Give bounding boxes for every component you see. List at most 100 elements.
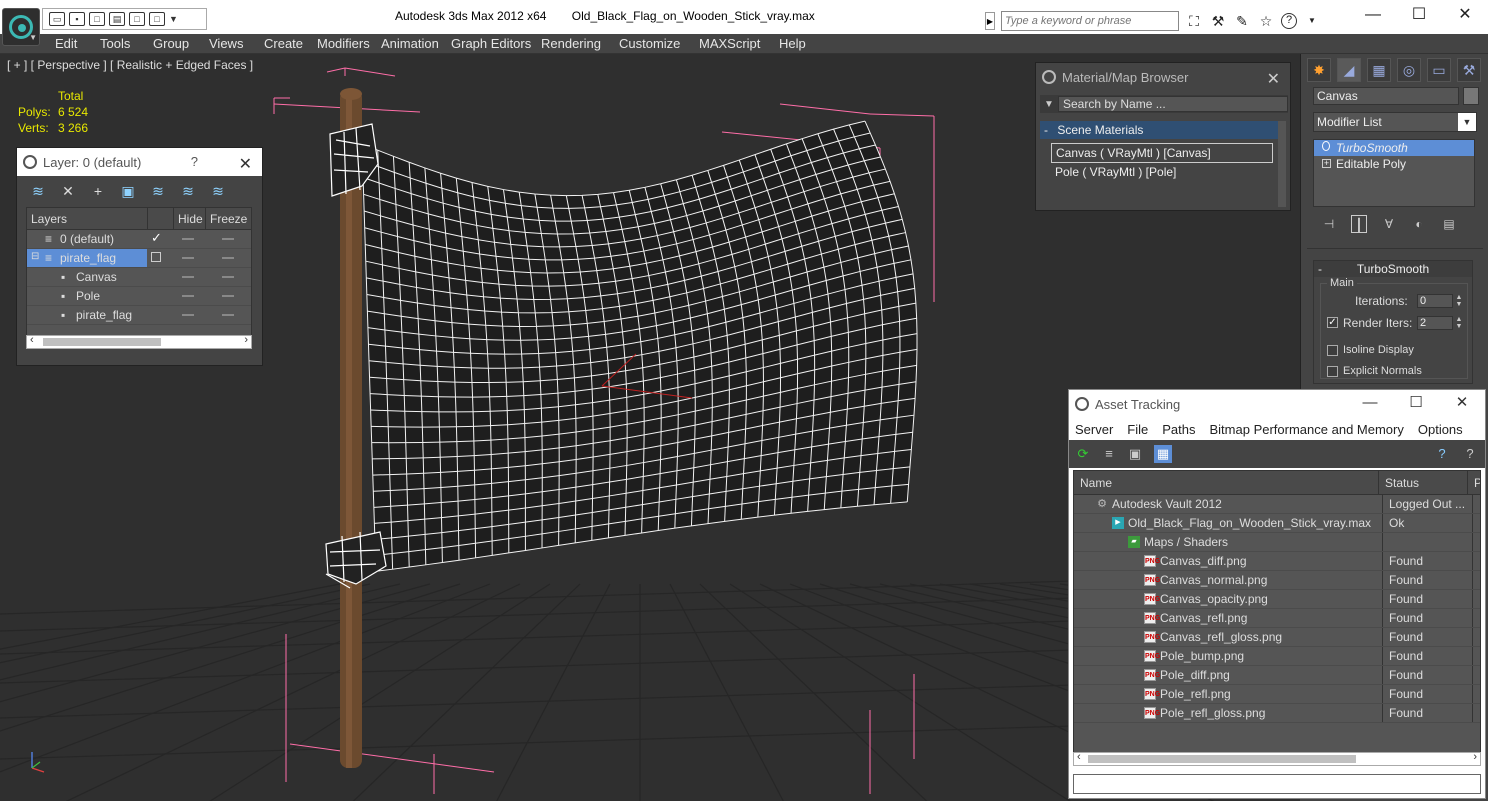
menu-paths[interactable]: Paths <box>1162 422 1195 437</box>
make-current-box[interactable] <box>151 252 161 262</box>
refresh-icon[interactable]: ⟳ <box>1074 445 1092 463</box>
scroll-thumb[interactable] <box>43 338 161 346</box>
show-end-result-icon[interactable]: ┃ <box>1351 215 1367 233</box>
rollout-header[interactable]: - TurboSmooth <box>1314 261 1472 277</box>
close-button[interactable]: ✕ <box>1439 390 1485 418</box>
menu-views[interactable]: Views <box>209 36 243 51</box>
list-view-icon[interactable]: ≡ <box>1100 445 1118 463</box>
freeze-toggle[interactable] <box>222 238 234 240</box>
hide-toggle[interactable] <box>182 257 194 259</box>
material-scrollbar[interactable] <box>1278 121 1286 207</box>
freeze-all-icon[interactable]: ≋ <box>209 182 227 200</box>
col-name[interactable]: Name <box>1074 471 1380 494</box>
asset-tracking-title-bar[interactable]: Asset Tracking — ☐ ✕ <box>1069 390 1485 418</box>
new-file-icon[interactable]: □ <box>89 12 105 26</box>
col-hide[interactable]: Hide <box>174 208 206 229</box>
asset-row[interactable]: PNG Canvas_refl.png Found <box>1074 609 1480 628</box>
app-menu-button[interactable]: ▼ <box>2 8 40 46</box>
asset-row[interactable]: PNG Pole_refl.png Found <box>1074 685 1480 704</box>
communication-icon[interactable]: ✎ <box>1233 12 1251 30</box>
asset-row[interactable]: ▶ Old_Black_Flag_on_Wooden_Stick_vray.max… <box>1074 514 1480 533</box>
spinner-arrows-icon[interactable]: ▲ ▼ <box>1455 294 1463 308</box>
delete-layer-icon[interactable]: ✕ <box>59 182 77 200</box>
col-freeze[interactable]: Freeze <box>206 208 251 229</box>
asset-row[interactable]: PNG Pole_diff.png Found <box>1074 666 1480 685</box>
pin-stack-icon[interactable]: ⊣ <box>1321 215 1337 233</box>
asset-row[interactable]: PNG Pole_refl_gloss.png Found <box>1074 704 1480 723</box>
freeze-toggle[interactable] <box>222 314 234 316</box>
chevron-down-icon[interactable]: ▼ <box>1040 99 1058 110</box>
close-button[interactable]: ✕ <box>1442 0 1488 32</box>
scroll-left-icon[interactable]: ‹ <box>30 334 34 346</box>
asset-row[interactable]: PNG Canvas_opacity.png Found <box>1074 590 1480 609</box>
lightbulb-icon[interactable] <box>1322 141 1330 151</box>
make-unique-icon[interactable]: ∀ <box>1381 215 1397 233</box>
menu-modifiers[interactable]: Modifiers <box>317 36 370 51</box>
viewport-label[interactable]: [ + ] [ Perspective ] [ Realistic + Edge… <box>7 58 253 72</box>
freeze-toggle[interactable] <box>222 295 234 297</box>
material-browser-title-bar[interactable]: Material/Map Browser <box>1036 63 1290 91</box>
hide-toggle[interactable] <box>182 295 194 297</box>
redo-icon[interactable]: □ <box>149 12 165 26</box>
menu-edit[interactable]: Edit <box>55 36 77 51</box>
create-layer-icon[interactable]: ≋ <box>29 182 47 200</box>
hide-toggle[interactable] <box>182 238 194 240</box>
material-item-canvas[interactable]: Canvas ( VRayMtl ) [Canvas] <box>1051 143 1273 163</box>
keyword-search-input[interactable] <box>1001 11 1179 31</box>
menu-tools[interactable]: Tools <box>100 36 130 51</box>
asset-row[interactable]: PNG Canvas_normal.png Found <box>1074 571 1480 590</box>
modify-tab-icon[interactable]: ◢ <box>1337 58 1361 82</box>
minimize-button[interactable]: — <box>1347 390 1393 418</box>
scene-materials-section[interactable]: - Scene Materials <box>1040 121 1280 139</box>
motion-tab-icon[interactable]: ◎ <box>1397 58 1421 82</box>
layer-panel-title-bar[interactable]: Layer: 0 (default) <box>17 148 262 176</box>
material-search-input[interactable]: Search by Name ... <box>1058 96 1288 112</box>
menu-server[interactable]: Server <box>1075 422 1113 437</box>
help-icon[interactable]: ? <box>1281 13 1297 29</box>
wrench-icon[interactable]: ⚒ <box>1209 12 1227 30</box>
thumbnail-view-icon[interactable]: ▣ <box>1126 445 1144 463</box>
scroll-right-icon[interactable]: › <box>1473 751 1477 763</box>
menu-options[interactable]: Options <box>1418 422 1463 437</box>
minimize-button[interactable]: — <box>1350 0 1396 32</box>
asset-row[interactable]: PNG Pole_bump.png Found <box>1074 647 1480 666</box>
table-view-icon[interactable]: ▦ <box>1154 445 1172 463</box>
stack-item-editable-poly[interactable]: + Editable Poly <box>1314 156 1474 172</box>
search-expand-icon[interactable]: ▶ <box>985 12 995 30</box>
configure-sets-icon[interactable]: ▤ <box>1441 215 1457 233</box>
iterations-spinner[interactable]: 0 <box>1417 294 1453 308</box>
isoline-checkbox[interactable] <box>1327 345 1338 356</box>
select-objects-icon[interactable]: ▣ <box>119 182 137 200</box>
material-item-pole[interactable]: Pole ( VRayMtl ) [Pole] <box>1051 163 1273 183</box>
asset-row[interactable]: PNG Canvas_refl_gloss.png Found <box>1074 628 1480 647</box>
current-layer-check-icon[interactable]: ✓ <box>151 230 162 246</box>
expand-icon[interactable]: + <box>1322 159 1331 168</box>
open-file-icon[interactable]: ▭ <box>49 12 65 26</box>
layer-object-row[interactable]: ▪ pirate_flag <box>27 306 251 325</box>
explicit-normals-checkbox[interactable] <box>1327 366 1338 377</box>
menu-create[interactable]: Create <box>264 36 303 51</box>
collapse-icon[interactable]: ⊟ <box>31 251 39 262</box>
layer-row-default[interactable]: ≡ 0 (default) ✓ <box>27 230 251 249</box>
menu-maxscript[interactable]: MAXScript <box>699 36 760 51</box>
layer-row-pirate-flag[interactable]: ⊟ ≡ pirate_flag <box>27 249 251 268</box>
hide-toggle[interactable] <box>182 276 194 278</box>
hierarchy-tab-icon[interactable]: ▦ <box>1367 58 1391 82</box>
stack-item-turbosmooth[interactable]: TurboSmooth <box>1314 140 1474 156</box>
render-iters-checkbox[interactable]: ✓ <box>1327 317 1338 328</box>
scroll-left-icon[interactable]: ‹ <box>1077 751 1081 763</box>
scroll-right-icon[interactable]: › <box>244 334 248 346</box>
save-icon[interactable]: ▪ <box>69 12 85 26</box>
freeze-toggle[interactable] <box>222 276 234 278</box>
asset-horizontal-scrollbar[interactable]: ‹ › <box>1073 751 1481 766</box>
layer-object-row[interactable]: ▪ Pole <box>27 287 251 306</box>
col-layers[interactable]: Layers <box>27 208 148 229</box>
menu-graph-editors[interactable]: Graph Editors <box>451 36 531 51</box>
layer-close-icon[interactable]: ✕ <box>239 154 252 174</box>
menu-customize[interactable]: Customize <box>619 36 680 51</box>
spinner-arrows-icon[interactable]: ▲ ▼ <box>1455 316 1463 330</box>
create-tab-icon[interactable]: ✸ <box>1307 58 1331 82</box>
help-icon[interactable]: ? <box>1433 445 1451 463</box>
layer-horizontal-scrollbar[interactable]: ‹ › <box>26 334 252 349</box>
object-color-swatch[interactable] <box>1463 87 1479 105</box>
